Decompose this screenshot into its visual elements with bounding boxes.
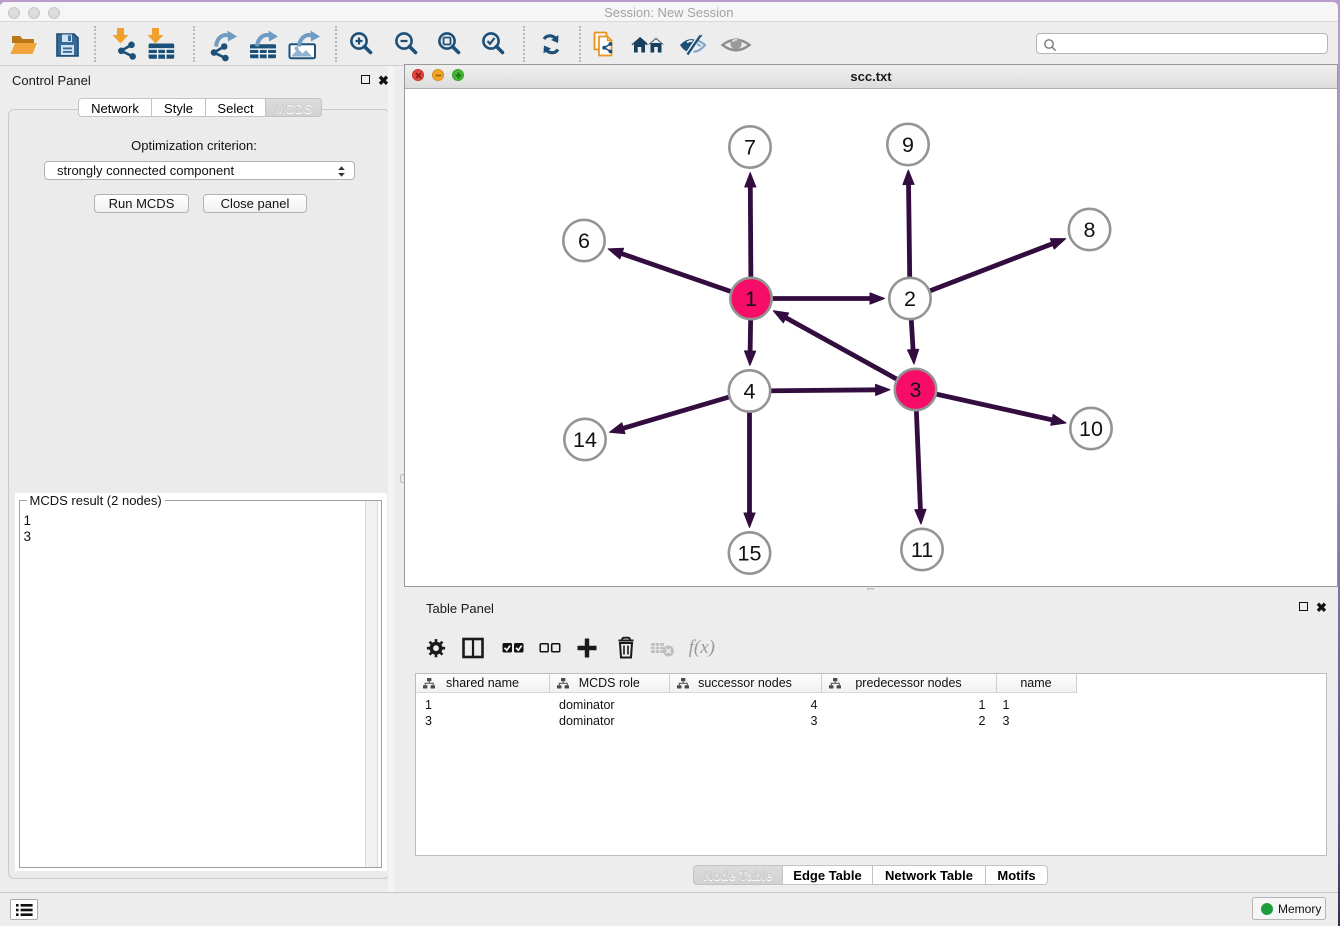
svg-text:1: 1 [745, 287, 757, 311]
svg-text:7: 7 [744, 135, 756, 159]
svg-text:6: 6 [578, 229, 590, 253]
svg-text:4: 4 [744, 379, 756, 403]
svg-text:2: 2 [904, 287, 916, 311]
svg-text:14: 14 [573, 428, 597, 452]
svg-text:10: 10 [1079, 417, 1103, 441]
svg-text:9: 9 [902, 133, 914, 157]
svg-text:15: 15 [738, 541, 762, 565]
svg-text:11: 11 [911, 538, 933, 562]
svg-text:3: 3 [910, 378, 922, 402]
svg-text:8: 8 [1084, 218, 1096, 242]
